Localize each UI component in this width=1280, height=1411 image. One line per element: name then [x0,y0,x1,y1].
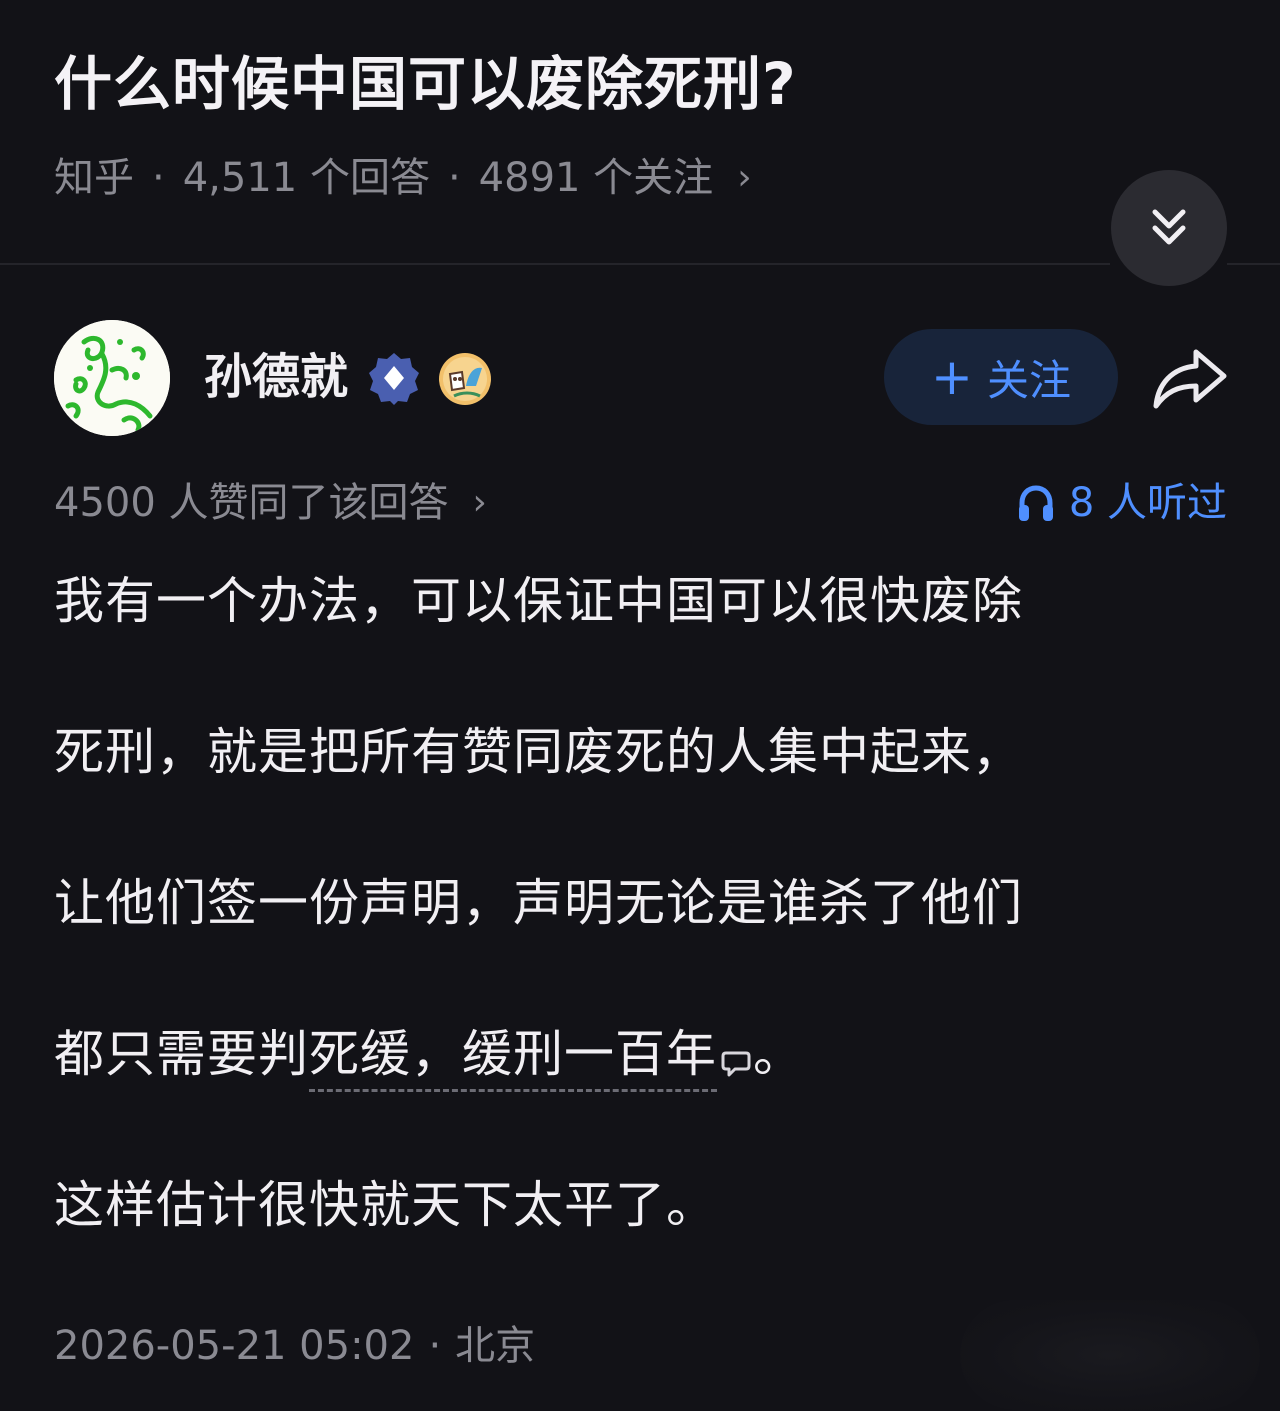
source-label: 知乎 [54,155,134,201]
paragraph: 让他们签一份声明，声明无论是谁杀了他们 [54,874,1023,932]
paragraph: 都只需要判死缓，缓刑一百年。 [54,1019,1234,1092]
author-name[interactable]: 孙德就 [204,346,348,408]
meta-dot: · [152,155,165,201]
listen-count-label: 8 人听过 [1068,480,1227,526]
meta-dot: · [447,155,461,201]
answer-page: 什么时候中国可以废除死刑? 知乎 · 4,511 个回答 · 4891 个关注 … [0,0,1280,1411]
annotated-text[interactable]: 死缓，缓刑一百年 [309,1025,717,1092]
avatar-image [54,320,170,436]
question-title[interactable]: 什么时候中国可以废除死刑? [54,44,797,124]
floating-shadow [960,1300,1260,1410]
answer-content: 我有一个办法，可以保证中国可以很快废除 死刑，就是把所有赞同废死的人集中起来， … [54,566,1234,1321]
divider [1227,263,1280,265]
divider [0,263,1110,265]
paragraph-text: 都只需要判 [54,1025,309,1083]
follow-button[interactable]: + 关注 [884,329,1118,425]
answer-date: 2026-05-21 05:02 [54,1323,415,1369]
answers-count: 4,511 个回答 [182,155,430,201]
creature-badge-icon[interactable] [438,352,492,406]
double-chevron-down-icon [1152,209,1186,245]
chevron-right-icon: › [737,157,752,198]
headphones-icon [1018,485,1053,521]
paragraph-text: 。 [753,1025,804,1083]
timestamp-separator: · [428,1323,442,1369]
avatar[interactable] [54,320,170,436]
collapse-button[interactable] [1111,170,1227,286]
paragraph: 这样估计很快就天下太平了。 [54,1176,717,1234]
answer-location: 北京 [455,1323,536,1369]
verified-badge-icon[interactable] [366,350,422,406]
share-arrow-icon[interactable] [1150,344,1230,414]
paragraph: 我有一个办法，可以保证中国可以很快废除 [54,572,1023,630]
answer-timestamp: 2026-05-21 05:02 · 北京 [54,1316,535,1376]
follows-count: 4891 个关注 [478,155,714,201]
listen-count[interactable]: 8 人听过 [1017,474,1227,532]
plus-icon: + [931,348,973,406]
vote-count[interactable]: 4500 人赞同了该回答 › [54,474,487,532]
question-meta[interactable]: 知乎 · 4,511 个回答 · 4891 个关注 › [54,148,752,208]
comment-bubble-icon[interactable] [721,1049,751,1079]
follow-label: 关注 [986,355,1071,405]
paragraph: 死刑，就是把所有赞同废死的人集中起来， [54,723,1023,781]
chevron-right-icon: › [472,482,487,523]
vote-count-label: 4500 人赞同了该回答 [54,480,449,526]
